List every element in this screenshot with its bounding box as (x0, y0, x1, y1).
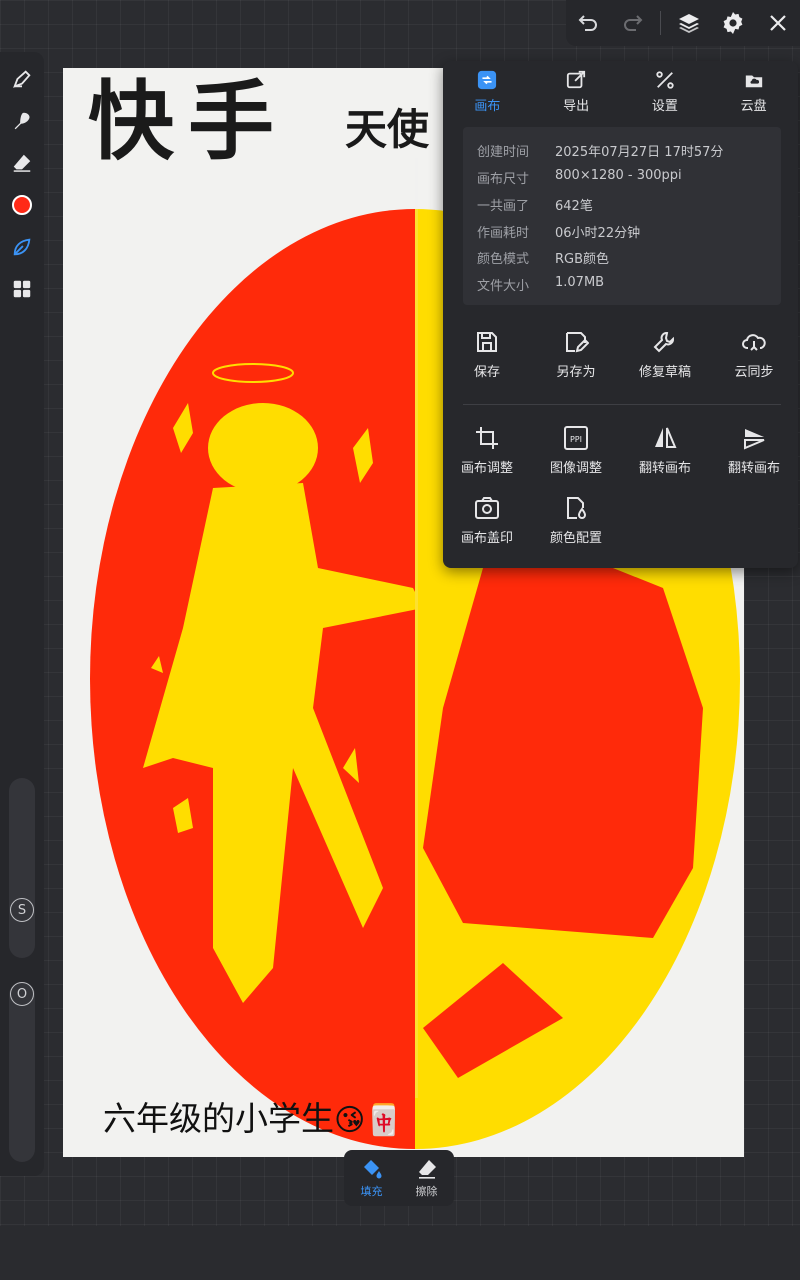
info-value: RGB颜色 (555, 252, 610, 267)
tools-icon (654, 69, 676, 91)
flip-horizontal-label: 翻转画布 (638, 461, 691, 476)
canvas-info-box: 创建时间 2025年07月27日 17时57分 画布尺寸 800×1280 - … (463, 127, 781, 305)
settings-icon[interactable] (716, 6, 750, 40)
flip-vertical-icon (744, 429, 765, 450)
tab-cloud-drive-label: 云盘 (740, 99, 767, 114)
info-row: 一共画了 642笔 (477, 195, 593, 221)
smudge-icon[interactable] (8, 107, 36, 135)
tab-canvas[interactable]: 画布 (443, 69, 532, 119)
tab-export-label: 导出 (563, 99, 590, 114)
paint-bucket-icon (363, 1159, 381, 1178)
crop-icon (476, 427, 498, 449)
flip-horizontal-button[interactable]: 翻转画布 (621, 425, 709, 476)
brush-size-slider[interactable]: S (9, 778, 35, 958)
tab-settings-label: 设置 (651, 99, 678, 114)
repair-icon (653, 332, 674, 353)
layers-icon[interactable] (672, 6, 706, 40)
artwork-subtitle: 天使 (345, 105, 430, 154)
repair-draft-button[interactable]: 修复草稿 (621, 329, 709, 380)
save-as-icon (566, 332, 589, 353)
panel-tabs: 画布 导出 设置 云盘 (443, 69, 798, 119)
tab-cloud-drive[interactable]: 云盘 (709, 69, 798, 119)
info-key: 画布尺寸 (477, 172, 530, 187)
cloud-drive-icon (743, 69, 765, 91)
eraser-icon[interactable] (8, 149, 36, 177)
tab-export[interactable]: 导出 (532, 69, 621, 119)
info-row: 画布尺寸 800×1280 - 300ppi (477, 168, 682, 194)
top-toolbar (566, 0, 800, 46)
brush-shape-icon[interactable] (8, 233, 36, 261)
info-row: 作画耗时 06小时22分钟 (477, 222, 640, 248)
tab-settings[interactable]: 设置 (621, 69, 710, 119)
export-icon (565, 69, 587, 91)
info-key: 创建时间 (477, 145, 530, 160)
caption-text: 六年级的小学生 (103, 1099, 334, 1138)
canvas-adjust-button[interactable]: 画布调整 (443, 425, 531, 476)
info-value: 642笔 (555, 199, 593, 214)
mahjong-emoji: 🀄 (365, 1103, 403, 1138)
info-value: 06小时22分钟 (555, 226, 641, 241)
artwork-title: 快手 (88, 72, 288, 172)
flip-vertical-button[interactable]: 翻转画布 (710, 425, 798, 476)
redo-icon[interactable] (616, 6, 650, 40)
save-as-label: 另存为 (556, 365, 596, 380)
artwork-caption: 六年级的小学生😘🀄 (103, 1092, 403, 1140)
panel-divider (463, 404, 781, 405)
cloud-sync-label: 云同步 (734, 365, 774, 380)
save-button[interactable]: 保存 (443, 329, 531, 380)
info-key: 一共画了 (477, 199, 530, 214)
info-value: 1.07MB (555, 275, 605, 290)
color-profile-button[interactable]: 颜色配置 (532, 495, 620, 546)
opacity-slider-knob[interactable]: O (10, 982, 34, 1006)
undo-icon[interactable] (571, 6, 605, 40)
brush-icon[interactable] (8, 65, 36, 93)
ppi-icon: PPI (564, 426, 588, 450)
canvas-stamp-label: 画布盖印 (460, 531, 513, 546)
canvas-adjust-label: 画布调整 (460, 461, 513, 476)
left-toolbar: S O (0, 52, 44, 1176)
info-key: 颜色模式 (477, 252, 530, 267)
info-value: 2025年07月27日 17时57分 (555, 145, 724, 160)
fill-button[interactable]: 填充 (344, 1150, 399, 1206)
info-row: 文件大小 1.07MB (477, 275, 604, 301)
canvas-icon (476, 69, 498, 91)
close-icon[interactable] (761, 6, 795, 40)
flip-horizontal-icon (655, 427, 677, 448)
canvas-settings-panel: 画布 导出 设置 云盘 创建时间 2025年07月27日 17时57分 画布尺寸… (443, 61, 798, 568)
color-profile-label: 颜色配置 (549, 531, 602, 546)
active-color-swatch (12, 195, 32, 215)
cloud-sync-button[interactable]: 云同步 (710, 329, 798, 380)
save-as-button[interactable]: 另存为 (532, 329, 620, 380)
repair-draft-label: 修复草稿 (638, 365, 691, 380)
fill-label: 填充 (360, 1184, 383, 1198)
grid-icon[interactable] (8, 275, 36, 303)
image-adjust-label: 图像调整 (549, 461, 602, 476)
color-picker[interactable] (8, 191, 36, 219)
info-value: 800×1280 - 300ppi (555, 168, 682, 183)
color-profile-icon (567, 497, 587, 519)
erase-label: 擦除 (415, 1184, 438, 1198)
save-icon (477, 332, 497, 352)
flip-vertical-label: 翻转画布 (727, 461, 780, 476)
cloud-sync-icon (742, 334, 766, 351)
svg-text:PPI: PPI (570, 435, 582, 444)
fill-mode-bar: 填充 擦除 (344, 1150, 454, 1206)
kiss-emoji: 😘 (334, 1103, 366, 1138)
size-slider-knob[interactable]: S (10, 898, 34, 922)
canvas-stamp-button[interactable]: 画布盖印 (443, 495, 531, 546)
camera-icon (475, 497, 499, 519)
info-key: 文件大小 (477, 279, 530, 294)
bottom-bar (0, 1226, 800, 1280)
eraser-small-icon (418, 1159, 436, 1179)
tab-canvas-label: 画布 (474, 99, 501, 114)
info-row: 颜色模式 RGB颜色 (477, 248, 609, 274)
toolbar-divider (660, 11, 662, 35)
opacity-slider[interactable]: O (9, 982, 35, 1162)
info-key: 作画耗时 (477, 226, 530, 241)
save-label: 保存 (473, 365, 500, 380)
image-adjust-button[interactable]: PPI 图像调整 (532, 425, 620, 476)
info-row: 创建时间 2025年07月27日 17时57分 (477, 141, 723, 167)
erase-button[interactable]: 擦除 (399, 1150, 454, 1206)
